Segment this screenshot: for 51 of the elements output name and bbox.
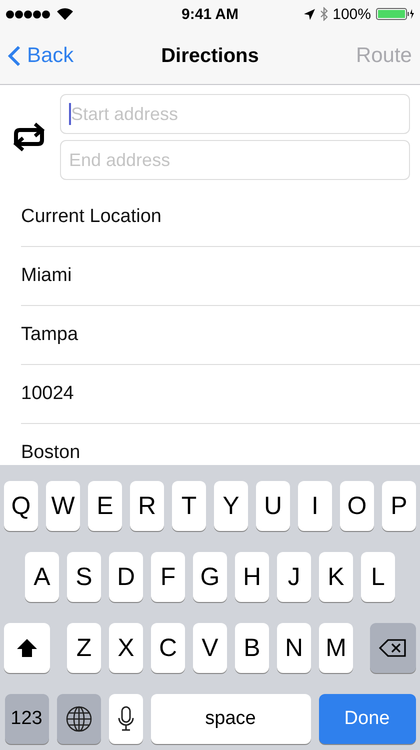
keyboard-key[interactable]: O (340, 481, 374, 531)
keyboard-key[interactable]: E (88, 481, 122, 531)
signal-icon (6, 10, 52, 18)
keyboard-key[interactable]: H (235, 552, 269, 602)
delete-key[interactable] (370, 623, 416, 673)
suggestion-item[interactable]: Current Location (21, 188, 420, 247)
battery-percent: 100% (332, 6, 371, 22)
keyboard-key[interactable]: C (151, 623, 185, 673)
chevron-left-icon (8, 45, 21, 67)
numbers-key[interactable]: 123 (4, 694, 48, 744)
keyboard-key[interactable]: R (130, 481, 164, 531)
screen-title: Directions (161, 44, 259, 68)
backspace-icon (379, 638, 407, 658)
keyboard-key[interactable]: A (25, 552, 59, 602)
shift-arrow-icon (16, 638, 38, 658)
keyboard-key[interactable]: M (319, 623, 353, 673)
keyboard-key[interactable]: I (298, 481, 332, 531)
keyboard-key[interactable]: D (109, 552, 143, 602)
shift-key[interactable] (4, 623, 50, 673)
keyboard-key[interactable]: B (235, 623, 269, 673)
suggestion-item[interactable]: Miami (21, 247, 420, 306)
keyboard-key[interactable]: L (361, 552, 395, 602)
keyboard-key[interactable]: N (277, 623, 311, 673)
status-time: 9:41 AM (182, 6, 238, 22)
keyboard-key[interactable]: Y (214, 481, 248, 531)
suggestion-item[interactable]: Tampa (21, 306, 420, 365)
keyboard-key[interactable]: P (382, 481, 416, 531)
space-key[interactable]: space (150, 694, 310, 744)
keyboard-key[interactable]: T (172, 481, 206, 531)
keyboard-key[interactable]: K (319, 552, 353, 602)
globe-icon (64, 705, 92, 733)
microphone-icon (118, 706, 134, 732)
globe-key[interactable] (56, 694, 100, 744)
keyboard-key[interactable]: Q (4, 481, 38, 531)
suggestion-item[interactable]: 10024 (21, 365, 420, 424)
battery-icon (376, 8, 414, 20)
keyboard-key[interactable]: J (277, 552, 311, 602)
keyboard-key[interactable]: W (46, 481, 80, 531)
keyboard-key[interactable]: F (151, 552, 185, 602)
keyboard-key[interactable]: X (109, 623, 143, 673)
keyboard-key[interactable]: G (193, 552, 227, 602)
bluetooth-icon (320, 7, 328, 21)
keyboard-key[interactable]: U (256, 481, 290, 531)
keyboard-key[interactable]: Z (67, 623, 101, 673)
microphone-key[interactable] (108, 694, 142, 744)
wifi-icon (57, 8, 73, 20)
back-button[interactable]: Back (8, 44, 74, 68)
location-icon (304, 8, 315, 20)
keyboard-key[interactable]: V (193, 623, 227, 673)
done-key[interactable]: Done (318, 694, 416, 744)
keyboard-key[interactable]: S (67, 552, 101, 602)
